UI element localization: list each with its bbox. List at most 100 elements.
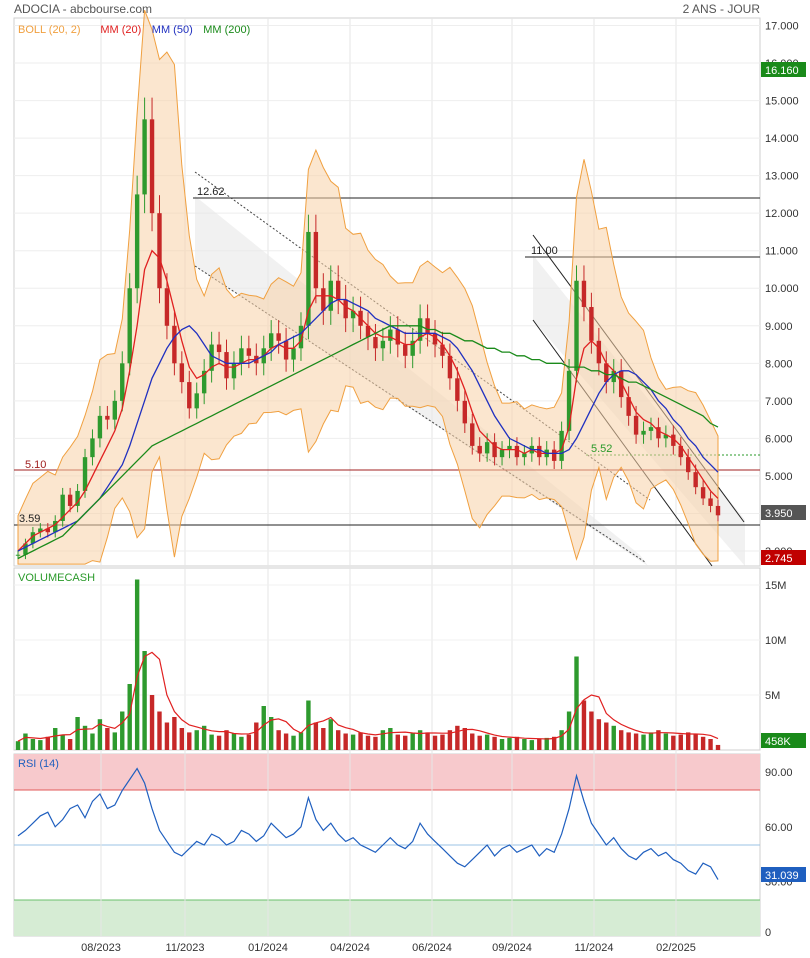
- candle-body: [566, 370, 572, 431]
- volume-bar: [38, 740, 43, 750]
- legend-entry: MM (200): [203, 24, 250, 36]
- candle-body: [283, 340, 289, 360]
- candle-body: [172, 325, 177, 364]
- volume-bar: [395, 734, 400, 750]
- volume-bar: [507, 737, 512, 750]
- candle-body: [641, 430, 646, 435]
- candle-body: [589, 307, 594, 341]
- volume-bar: [589, 711, 594, 750]
- volume-bar: [455, 725, 460, 750]
- volume-bar: [268, 717, 274, 750]
- volume-bar: [30, 739, 36, 750]
- candle-body: [425, 318, 430, 334]
- date-tick-label: 06/2024: [412, 942, 452, 954]
- annotation-support: 5.10: [25, 459, 46, 471]
- candle-body: [291, 348, 296, 360]
- volume-bar: [67, 739, 73, 750]
- price-tick-label: 15.000: [765, 96, 799, 108]
- volume-bar: [559, 730, 564, 750]
- volume-bar: [432, 735, 438, 750]
- badge-last-text: 3.950: [765, 508, 793, 520]
- candle-body: [67, 494, 73, 506]
- candle-body: [477, 445, 482, 454]
- candle-body: [15, 554, 21, 556]
- volume-bar: [410, 733, 415, 750]
- candle-body: [149, 119, 155, 214]
- volume-bar: [514, 736, 520, 750]
- volume-bar: [90, 733, 95, 750]
- volume-bar: [663, 733, 669, 750]
- volume-bar: [23, 733, 28, 750]
- volume-bar: [358, 732, 363, 750]
- candle-body: [127, 288, 132, 364]
- price-tick-label: 8.000: [765, 358, 793, 370]
- volume-bar: [120, 711, 125, 750]
- rsi-axis: 90.0060.0030.000: [765, 767, 793, 939]
- candle-body: [715, 505, 721, 516]
- volume-bar: [611, 725, 616, 750]
- candle-body: [693, 472, 698, 488]
- volume-bar: [291, 735, 296, 750]
- volume-bar: [492, 736, 497, 750]
- candle-body: [82, 457, 88, 491]
- volume-bar: [715, 744, 721, 750]
- volume-bar: [216, 735, 222, 750]
- candle-body: [90, 438, 95, 458]
- volume-bar: [164, 722, 170, 750]
- candle-body: [499, 449, 505, 458]
- volume-bar: [544, 737, 549, 750]
- volume-bar: [336, 730, 341, 750]
- candle-body: [700, 487, 706, 499]
- candle-body: [581, 280, 587, 308]
- volume-bar: [537, 739, 542, 750]
- candle-body: [142, 119, 147, 195]
- volume-bar: [618, 730, 624, 750]
- legend-entry: MM (20): [100, 24, 141, 36]
- price-tick-label: 12.000: [765, 208, 799, 220]
- volume-bar: [239, 736, 244, 750]
- candle-body: [224, 352, 229, 379]
- volume-bar: [373, 736, 378, 750]
- date-axis: 08/2023 11/2023 01/2024 04/2024 06/2024 09/20…: [81, 942, 696, 954]
- volume-bar: [254, 722, 259, 750]
- volume-bar: [172, 717, 177, 750]
- volume-bar: [321, 728, 326, 750]
- candle-body: [373, 337, 378, 349]
- candle-body: [120, 363, 125, 401]
- candle-body: [395, 329, 400, 345]
- volume-bar: [75, 717, 80, 750]
- volume-bar: [604, 722, 609, 750]
- candle-body: [537, 445, 542, 458]
- candle-body: [648, 427, 654, 431]
- badge-high: 16.160: [761, 62, 806, 77]
- volume-bar: [298, 732, 304, 750]
- candle-body: [455, 378, 460, 401]
- volume-bar: [499, 739, 505, 750]
- rsi-tick-label: 0: [765, 927, 771, 939]
- volume-bar: [15, 741, 21, 750]
- volume-bar: [708, 739, 713, 750]
- annotation-low-level: 3.59: [19, 513, 40, 525]
- volume-bar: [187, 732, 192, 750]
- rsi-title: RSI (14): [18, 758, 59, 770]
- volume-bar: [350, 734, 356, 750]
- candle-body: [313, 231, 319, 289]
- candle-body: [551, 449, 557, 461]
- candle-body: [484, 442, 490, 454]
- volume-bar: [45, 736, 50, 750]
- volume-panel: [13, 567, 761, 751]
- volume-bar: [648, 732, 654, 750]
- volume-bar: [462, 728, 468, 750]
- volume-bar: [194, 730, 199, 750]
- badge-volume: 458K: [761, 733, 806, 748]
- candle-body: [708, 498, 713, 506]
- badge-low: 2.745: [761, 550, 806, 565]
- volume-bar: [641, 734, 646, 750]
- volume-bar: [365, 735, 371, 750]
- candle-body: [157, 213, 162, 289]
- badge-volume-text: 458K: [765, 736, 791, 748]
- candle-body: [239, 348, 244, 364]
- volume-bar: [105, 728, 110, 750]
- price-tick-label: 13.000: [765, 171, 799, 183]
- annotation-mid-level: 5.52: [591, 443, 612, 455]
